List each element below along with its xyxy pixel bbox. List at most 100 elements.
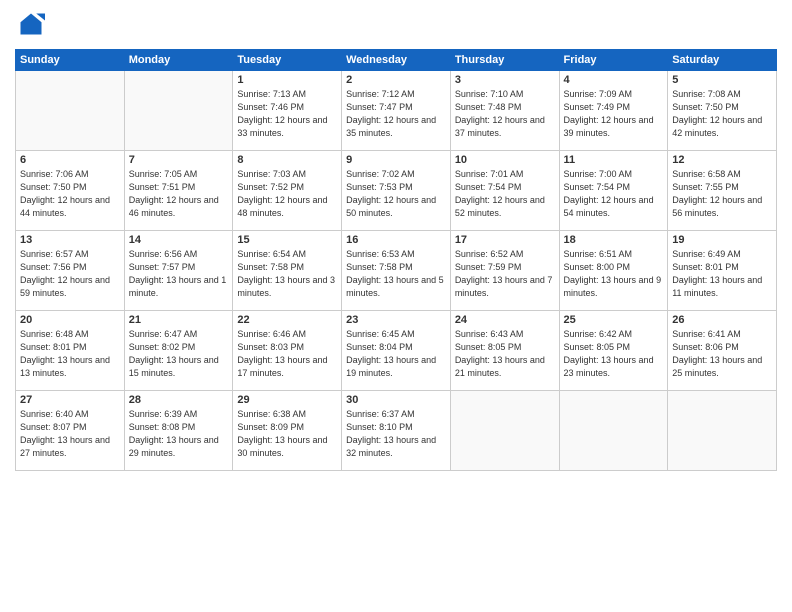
calendar-cell: 14 Sunrise: 6:56 AMSunset: 7:57 PMDaylig…: [124, 231, 233, 311]
day-info: Sunrise: 6:41 AMSunset: 8:06 PMDaylight:…: [672, 328, 772, 380]
calendar-cell: 25 Sunrise: 6:42 AMSunset: 8:05 PMDaylig…: [559, 311, 668, 391]
day-number: 20: [20, 314, 120, 326]
calendar-cell: 22 Sunrise: 6:46 AMSunset: 8:03 PMDaylig…: [233, 311, 342, 391]
week-row-1: 6 Sunrise: 7:06 AMSunset: 7:50 PMDayligh…: [16, 151, 777, 231]
day-info: Sunrise: 6:37 AMSunset: 8:10 PMDaylight:…: [346, 408, 446, 460]
weekday-header-row: SundayMondayTuesdayWednesdayThursdayFrid…: [16, 50, 777, 71]
calendar-cell: 11 Sunrise: 7:00 AMSunset: 7:54 PMDaylig…: [559, 151, 668, 231]
day-number: 17: [455, 234, 555, 246]
day-info: Sunrise: 7:06 AMSunset: 7:50 PMDaylight:…: [20, 168, 120, 220]
day-info: Sunrise: 7:02 AMSunset: 7:53 PMDaylight:…: [346, 168, 446, 220]
calendar-cell: 10 Sunrise: 7:01 AMSunset: 7:54 PMDaylig…: [450, 151, 559, 231]
day-number: 29: [237, 394, 337, 406]
day-number: 13: [20, 234, 120, 246]
day-number: 28: [129, 394, 229, 406]
week-row-3: 20 Sunrise: 6:48 AMSunset: 8:01 PMDaylig…: [16, 311, 777, 391]
day-number: 3: [455, 74, 555, 86]
calendar-cell: 30 Sunrise: 6:37 AMSunset: 8:10 PMDaylig…: [342, 391, 451, 471]
day-number: 5: [672, 74, 772, 86]
calendar-cell: 26 Sunrise: 6:41 AMSunset: 8:06 PMDaylig…: [668, 311, 777, 391]
calendar-cell: 28 Sunrise: 6:39 AMSunset: 8:08 PMDaylig…: [124, 391, 233, 471]
calendar-cell: 7 Sunrise: 7:05 AMSunset: 7:51 PMDayligh…: [124, 151, 233, 231]
weekday-header-sunday: Sunday: [16, 50, 125, 71]
day-info: Sunrise: 6:40 AMSunset: 8:07 PMDaylight:…: [20, 408, 120, 460]
weekday-header-wednesday: Wednesday: [342, 50, 451, 71]
logo: [15, 10, 45, 43]
day-info: Sunrise: 7:09 AMSunset: 7:49 PMDaylight:…: [564, 88, 664, 140]
day-info: Sunrise: 6:52 AMSunset: 7:59 PMDaylight:…: [455, 248, 555, 300]
calendar-cell: 27 Sunrise: 6:40 AMSunset: 8:07 PMDaylig…: [16, 391, 125, 471]
day-info: Sunrise: 6:57 AMSunset: 7:56 PMDaylight:…: [20, 248, 120, 300]
weekday-header-tuesday: Tuesday: [233, 50, 342, 71]
calendar-cell: 4 Sunrise: 7:09 AMSunset: 7:49 PMDayligh…: [559, 71, 668, 151]
calendar-cell: 29 Sunrise: 6:38 AMSunset: 8:09 PMDaylig…: [233, 391, 342, 471]
weekday-header-thursday: Thursday: [450, 50, 559, 71]
day-number: 15: [237, 234, 337, 246]
day-number: 24: [455, 314, 555, 326]
day-number: 7: [129, 154, 229, 166]
day-number: 12: [672, 154, 772, 166]
day-info: Sunrise: 7:01 AMSunset: 7:54 PMDaylight:…: [455, 168, 555, 220]
logo-icon: [17, 10, 45, 38]
calendar-cell: 24 Sunrise: 6:43 AMSunset: 8:05 PMDaylig…: [450, 311, 559, 391]
calendar-cell: 17 Sunrise: 6:52 AMSunset: 7:59 PMDaylig…: [450, 231, 559, 311]
calendar-cell: [450, 391, 559, 471]
calendar-cell: 6 Sunrise: 7:06 AMSunset: 7:50 PMDayligh…: [16, 151, 125, 231]
day-number: 27: [20, 394, 120, 406]
day-number: 6: [20, 154, 120, 166]
day-info: Sunrise: 7:08 AMSunset: 7:50 PMDaylight:…: [672, 88, 772, 140]
calendar-cell: 1 Sunrise: 7:13 AMSunset: 7:46 PMDayligh…: [233, 71, 342, 151]
calendar-cell: [16, 71, 125, 151]
day-number: 11: [564, 154, 664, 166]
week-row-0: 1 Sunrise: 7:13 AMSunset: 7:46 PMDayligh…: [16, 71, 777, 151]
day-info: Sunrise: 7:12 AMSunset: 7:47 PMDaylight:…: [346, 88, 446, 140]
day-info: Sunrise: 6:43 AMSunset: 8:05 PMDaylight:…: [455, 328, 555, 380]
header: [15, 10, 777, 43]
calendar-cell: 19 Sunrise: 6:49 AMSunset: 8:01 PMDaylig…: [668, 231, 777, 311]
day-number: 30: [346, 394, 446, 406]
day-number: 22: [237, 314, 337, 326]
day-info: Sunrise: 6:48 AMSunset: 8:01 PMDaylight:…: [20, 328, 120, 380]
day-number: 18: [564, 234, 664, 246]
day-number: 9: [346, 154, 446, 166]
calendar: SundayMondayTuesdayWednesdayThursdayFrid…: [15, 49, 777, 471]
day-info: Sunrise: 6:51 AMSunset: 8:00 PMDaylight:…: [564, 248, 664, 300]
day-number: 25: [564, 314, 664, 326]
week-row-2: 13 Sunrise: 6:57 AMSunset: 7:56 PMDaylig…: [16, 231, 777, 311]
day-number: 21: [129, 314, 229, 326]
calendar-cell: 3 Sunrise: 7:10 AMSunset: 7:48 PMDayligh…: [450, 71, 559, 151]
day-number: 8: [237, 154, 337, 166]
day-info: Sunrise: 6:49 AMSunset: 8:01 PMDaylight:…: [672, 248, 772, 300]
calendar-cell: 8 Sunrise: 7:03 AMSunset: 7:52 PMDayligh…: [233, 151, 342, 231]
calendar-cell: 20 Sunrise: 6:48 AMSunset: 8:01 PMDaylig…: [16, 311, 125, 391]
day-info: Sunrise: 6:46 AMSunset: 8:03 PMDaylight:…: [237, 328, 337, 380]
weekday-header-saturday: Saturday: [668, 50, 777, 71]
day-info: Sunrise: 6:45 AMSunset: 8:04 PMDaylight:…: [346, 328, 446, 380]
day-info: Sunrise: 6:38 AMSunset: 8:09 PMDaylight:…: [237, 408, 337, 460]
week-row-4: 27 Sunrise: 6:40 AMSunset: 8:07 PMDaylig…: [16, 391, 777, 471]
day-number: 26: [672, 314, 772, 326]
day-info: Sunrise: 6:47 AMSunset: 8:02 PMDaylight:…: [129, 328, 229, 380]
day-info: Sunrise: 6:53 AMSunset: 7:58 PMDaylight:…: [346, 248, 446, 300]
day-number: 16: [346, 234, 446, 246]
day-number: 10: [455, 154, 555, 166]
day-info: Sunrise: 7:00 AMSunset: 7:54 PMDaylight:…: [564, 168, 664, 220]
calendar-cell: 9 Sunrise: 7:02 AMSunset: 7:53 PMDayligh…: [342, 151, 451, 231]
calendar-cell: 13 Sunrise: 6:57 AMSunset: 7:56 PMDaylig…: [16, 231, 125, 311]
calendar-cell: 5 Sunrise: 7:08 AMSunset: 7:50 PMDayligh…: [668, 71, 777, 151]
calendar-cell: 18 Sunrise: 6:51 AMSunset: 8:00 PMDaylig…: [559, 231, 668, 311]
day-info: Sunrise: 6:42 AMSunset: 8:05 PMDaylight:…: [564, 328, 664, 380]
day-info: Sunrise: 6:56 AMSunset: 7:57 PMDaylight:…: [129, 248, 229, 300]
day-info: Sunrise: 7:10 AMSunset: 7:48 PMDaylight:…: [455, 88, 555, 140]
calendar-cell: 12 Sunrise: 6:58 AMSunset: 7:55 PMDaylig…: [668, 151, 777, 231]
day-info: Sunrise: 6:58 AMSunset: 7:55 PMDaylight:…: [672, 168, 772, 220]
calendar-cell: 2 Sunrise: 7:12 AMSunset: 7:47 PMDayligh…: [342, 71, 451, 151]
weekday-header-friday: Friday: [559, 50, 668, 71]
day-number: 19: [672, 234, 772, 246]
calendar-cell: 15 Sunrise: 6:54 AMSunset: 7:58 PMDaylig…: [233, 231, 342, 311]
calendar-cell: 16 Sunrise: 6:53 AMSunset: 7:58 PMDaylig…: [342, 231, 451, 311]
day-number: 4: [564, 74, 664, 86]
day-info: Sunrise: 7:13 AMSunset: 7:46 PMDaylight:…: [237, 88, 337, 140]
day-number: 1: [237, 74, 337, 86]
calendar-cell: [559, 391, 668, 471]
